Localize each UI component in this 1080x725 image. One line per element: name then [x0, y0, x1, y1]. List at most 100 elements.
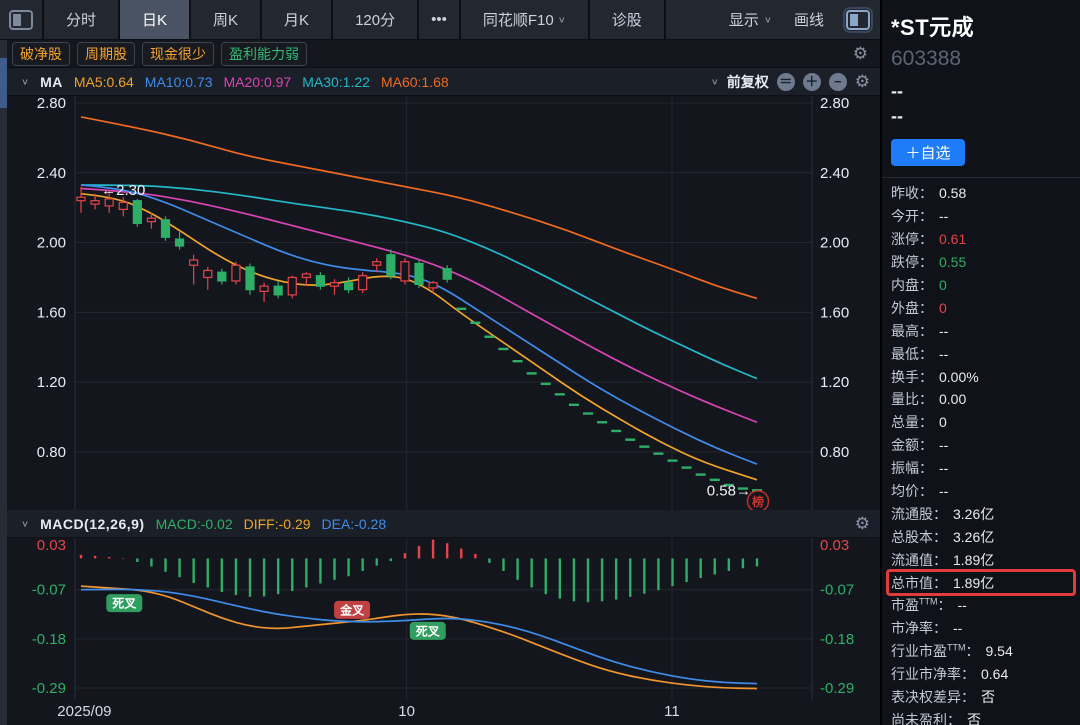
y-axis-label: 0.03 — [820, 538, 849, 554]
tab-同花顺F10[interactable]: 同花顺F10∨ — [461, 0, 590, 39]
collapse-panel-button[interactable] — [0, 0, 44, 39]
zoom-out-icon[interactable]: − — [829, 73, 847, 91]
tab-诊股[interactable]: 诊股 — [590, 0, 666, 39]
collapse-chevron-icon[interactable]: ∨ — [21, 518, 29, 528]
macd-legend: ∨ MACD(12,26,9) MACD:-0.02DIFF:-0.29DEA:… — [7, 516, 386, 532]
reset-zoom-icon[interactable]: ＝ — [777, 73, 795, 91]
candle-body — [204, 270, 212, 277]
draw-line-button[interactable]: 画线 — [794, 9, 824, 30]
limit-down-dash — [583, 412, 593, 414]
candle-body — [415, 263, 423, 284]
stock-tag[interactable]: 现金很少 — [142, 42, 214, 66]
candle-body — [190, 260, 198, 265]
left-edge-strip — [0, 40, 7, 725]
y-axis-label: 2.40 — [37, 165, 66, 182]
candlestick-chart[interactable]: 2.802.802.402.402.002.001.601.601.201.20… — [0, 96, 880, 510]
tab-月K[interactable]: 月K — [262, 0, 333, 39]
stock-tag[interactable]: 周期股 — [77, 42, 135, 66]
y-axis-label: 1.20 — [37, 374, 66, 391]
stat-row: 流通股：3.26亿 — [891, 502, 1080, 525]
stat-row: 振幅：-- — [891, 457, 1080, 480]
macd-chart[interactable]: 0.030.03-0.07-0.07-0.18-0.18-0.29-0.29死叉… — [0, 538, 880, 700]
indicator-value: MACD:-0.02 — [156, 516, 233, 532]
add-watchlist-button[interactable]: ＋自选 — [891, 139, 965, 166]
candle-body — [443, 269, 451, 279]
quote-side-panel: *ST元成 603388 -- -- ＋自选 昨收：0.58今开：--涨停：0.… — [880, 0, 1080, 725]
tags-settings-gear-icon[interactable]: ⚙ — [853, 45, 868, 62]
indicator-value: DEA:-0.28 — [322, 516, 387, 532]
ma-indicator-header: ∨ MA MA5:0.64MA10:0.73MA20:0.97MA30:1.22… — [7, 68, 880, 96]
stat-row: 市盈TTM：-- — [891, 594, 1080, 617]
candle-body — [218, 272, 226, 281]
stat-row: 内盘：0 — [891, 274, 1080, 297]
stat-row: 尚未盈利：否 — [891, 708, 1080, 725]
cross-badge-text: 金叉 — [339, 602, 365, 617]
y-axis-label: 1.60 — [37, 304, 66, 321]
y-axis-label: -0.07 — [32, 582, 66, 599]
candle-body — [429, 283, 437, 288]
ma-header-controls: ∨ 前复权 ＝ ＋ − ⚙ — [711, 72, 880, 92]
collapse-chevron-icon[interactable]: ∨ — [21, 76, 29, 86]
price-annotation: ←2.30 — [101, 182, 145, 199]
stat-row: 均价：-- — [891, 480, 1080, 503]
macd-settings-gear-icon[interactable]: ⚙ — [855, 515, 870, 532]
panel-layout-icon[interactable] — [846, 10, 870, 30]
chart-region: 分时日K周K月K120分•••同花顺F10∨诊股 显示 ∨ 画线 破净股周期股现… — [0, 0, 880, 725]
quote-stats-list: 昨收：0.58今开：--涨停：0.61跌停：0.55内盘：0外盘：0最高：--最… — [882, 178, 1080, 725]
stat-row: 表决权差异：否 — [891, 686, 1080, 709]
stat-row: 换手：0.00% — [891, 365, 1080, 388]
tab-日K[interactable]: 日K — [120, 0, 191, 39]
stat-row: 流通值：1.89亿 — [891, 548, 1080, 571]
stat-row: 金额：-- — [891, 434, 1080, 457]
adjust-mode-label[interactable]: 前复权 — [727, 72, 769, 92]
stock-app-window: 分时日K周K月K120分•••同花顺F10∨诊股 显示 ∨ 画线 破净股周期股现… — [0, 0, 1080, 725]
indicator-value: MA60:1.68 — [381, 74, 449, 90]
ma-settings-gear-icon[interactable]: ⚙ — [855, 73, 870, 90]
stock-tags-row: 破净股周期股现金很少盈利能力弱 ⚙ — [7, 40, 880, 68]
y-axis-label: 2.00 — [37, 235, 66, 252]
indicator-value: MA20:0.97 — [224, 74, 292, 90]
limit-down-dash — [541, 383, 551, 385]
candle-body — [91, 201, 99, 204]
chevron-down-icon[interactable]: ∨ — [711, 76, 719, 86]
candle-body — [387, 255, 395, 276]
y-axis-label: 2.80 — [820, 96, 849, 112]
candle-body — [373, 262, 381, 265]
stat-row: 行业市净率：0.64 — [891, 663, 1080, 686]
candle-body — [77, 197, 85, 200]
cross-badge-text: 死叉 — [416, 624, 441, 638]
stat-row: 涨停：0.61 — [891, 228, 1080, 251]
limit-down-dash — [597, 421, 607, 423]
candle-body — [105, 199, 113, 206]
stock-tag[interactable]: 盈利能力弱 — [221, 42, 307, 66]
ma-legend: ∨ MA MA5:0.64MA10:0.73MA20:0.97MA30:1.22… — [7, 74, 449, 90]
macd-indicator-name: MACD(12,26,9) — [40, 516, 145, 532]
y-axis-label: 2.00 — [820, 235, 849, 252]
tab-•••[interactable]: ••• — [419, 0, 461, 39]
limit-down-dash — [527, 372, 537, 374]
limit-down-dash — [653, 452, 663, 454]
candle-body — [359, 276, 367, 290]
tab-周K[interactable]: 周K — [191, 0, 262, 39]
tab-120分[interactable]: 120分 — [333, 0, 419, 39]
scroll-indicator — [0, 58, 7, 108]
stat-row: 今开：-- — [891, 205, 1080, 228]
y-axis-label: -0.18 — [32, 631, 66, 648]
display-menu[interactable]: 显示 ∨ — [729, 9, 772, 30]
stat-row: 跌停：0.55 — [891, 251, 1080, 274]
candlestick-svg: 2.802.802.402.402.002.001.601.601.201.20… — [0, 96, 880, 510]
candle-body — [133, 201, 141, 224]
macd-indicator-header: ∨ MACD(12,26,9) MACD:-0.02DIFF:-0.29DEA:… — [7, 510, 880, 538]
ma-line-ma5 — [81, 194, 757, 480]
current-price: -- — [882, 71, 1080, 102]
tab-分时[interactable]: 分时 — [44, 0, 120, 39]
toolbar-tabs: 分时日K周K月K120分•••同花顺F10∨诊股 — [44, 0, 666, 39]
limit-down-dash — [625, 438, 635, 440]
stat-row: 量比：0.00 — [891, 388, 1080, 411]
price-annotation: 0.58→ — [707, 482, 751, 499]
limit-down-dash — [456, 308, 466, 310]
stock-tag[interactable]: 破净股 — [12, 42, 70, 66]
indicator-value: MA10:0.73 — [145, 74, 213, 90]
stat-row: 市净率：-- — [891, 617, 1080, 640]
zoom-in-icon[interactable]: ＋ — [803, 73, 821, 91]
